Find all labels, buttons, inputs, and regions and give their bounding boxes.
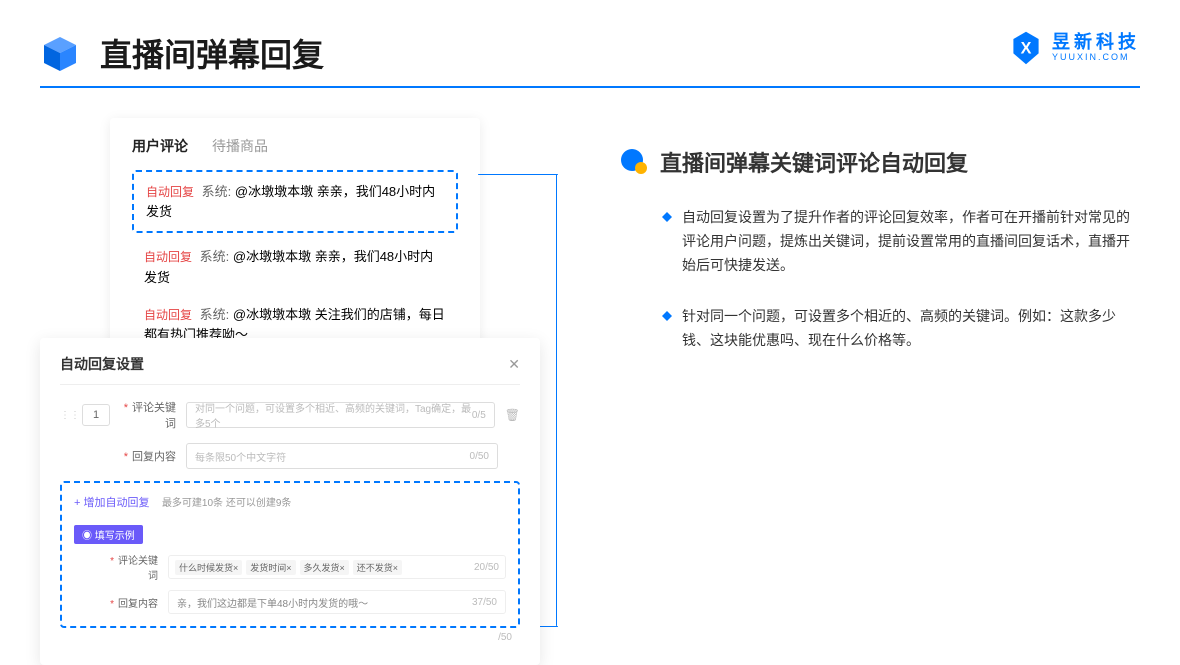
example-keyword-input[interactable]: 什么时候发货× 发货时间× 多久发货× 还不发货× 20/50 — [168, 555, 506, 579]
auto-reply-tag: 自动回复 — [146, 185, 194, 199]
page-header: 直播间弹幕回复 X 昱新科技 YUUXIN.COM — [0, 0, 1180, 86]
tag: 还不发货× — [353, 560, 402, 575]
bullet-text: 自动回复设置为了提升作者的评论回复效率，作者可在开播前针对常见的评论用户问题，提… — [682, 206, 1140, 277]
tag: 什么时候发货× — [175, 560, 242, 575]
auto-reply-tag: 自动回复 — [144, 308, 192, 322]
ex-content-label: *回复内容 — [102, 595, 158, 610]
add-auto-reply-link[interactable]: + 增加自动回复 — [74, 497, 149, 509]
char-count: 20/50 — [474, 562, 499, 573]
example-highlight-box: + 增加自动回复 最多可建10条 还可以创建9条 ◉ 填写示例 *评论关键词 什… — [60, 481, 520, 628]
ex-keyword-label: *评论关键词 — [102, 552, 158, 582]
bullet-text: 针对同一个问题，可设置多个相近的、高频的关键词。例如：这款多少钱、这块能优惠吗、… — [682, 305, 1140, 353]
tab-pending-goods[interactable]: 待播商品 — [212, 136, 268, 156]
close-icon[interactable]: ✕ — [508, 356, 520, 373]
form-row-keyword: ⋮⋮ 1 *评论关键词 对同一个问题，可设置多个相近、高频的关键词，Tag确定，… — [60, 399, 520, 431]
char-count: 37/50 — [472, 597, 497, 608]
bullet-item: 自动回复设置为了提升作者的评论回复效率，作者可在开播前针对常见的评论用户问题，提… — [620, 206, 1140, 277]
system-label: 系统: — [200, 249, 230, 264]
section-title: 直播间弹幕关键词评论自动回复 — [660, 146, 968, 178]
brand-name-en: YUUXIN.COM — [1052, 53, 1140, 63]
keyword-label: *评论关键词 — [120, 399, 176, 431]
system-label: 系统: — [200, 307, 230, 322]
explanation-column: 直播间弹幕关键词评论自动回复 自动回复设置为了提升作者的评论回复效率，作者可在开… — [620, 118, 1140, 381]
section-header: 直播间弹幕关键词评论自动回复 — [620, 146, 1140, 178]
highlighted-comment: 自动回复 系统: @冰墩墩本墩 亲亲，我们48小时内发货 — [132, 170, 458, 233]
system-label: 系统: — [202, 184, 232, 199]
comment-row: 自动回复 系统: @冰墩墩本墩 亲亲，我们48小时内发货 — [132, 239, 458, 297]
auto-reply-settings-modal: 自动回复设置 ✕ ⋮⋮ 1 *评论关键词 对同一个问题，可设置多个相近、高频的关… — [40, 338, 540, 665]
keyword-input[interactable]: 对同一个问题，可设置多个相近、高频的关键词，Tag确定，最多5个 0/5 — [186, 402, 495, 428]
sequence-number: 1 — [82, 404, 110, 426]
diamond-bullet-icon — [662, 212, 672, 222]
char-count: 0/5 — [472, 410, 486, 421]
brand-logo-block: X 昱新科技 YUUXIN.COM — [1008, 30, 1140, 66]
auto-reply-tag: 自动回复 — [144, 250, 192, 264]
page-title: 直播间弹幕回复 — [100, 30, 324, 76]
example-content-row: *回复内容 亲，我们这边都是下单48小时内发货的哦～ 37/50 — [74, 590, 506, 614]
content-input[interactable]: 每条限50个中文字符 0/50 — [186, 443, 498, 469]
connector-line — [478, 174, 558, 175]
tab-user-comments[interactable]: 用户评论 — [132, 136, 188, 156]
tag: 多久发货× — [300, 560, 349, 575]
cube-icon — [40, 33, 80, 73]
example-keyword-row: *评论关键词 什么时候发货× 发货时间× 多久发货× 还不发货× 20/50 — [74, 552, 506, 582]
form-row-content: *回复内容 每条限50个中文字符 0/50 — [60, 443, 520, 469]
bullet-item: 针对同一个问题，可设置多个相近的、高频的关键词。例如：这款多少钱、这块能优惠吗、… — [620, 305, 1140, 353]
drag-handle-icon[interactable]: ⋮⋮ — [60, 410, 72, 421]
example-content-input[interactable]: 亲，我们这边都是下单48小时内发货的哦～ 37/50 — [168, 590, 506, 614]
tag: 发货时间× — [246, 560, 295, 575]
tabs: 用户评论 待播商品 — [132, 136, 458, 156]
chat-bubble-icon — [620, 148, 648, 176]
trash-icon[interactable]: 🗑 — [505, 408, 520, 422]
content-label: *回复内容 — [120, 448, 176, 464]
brand-name-cn: 昱新科技 — [1052, 33, 1140, 53]
brand-logo-icon: X — [1008, 30, 1044, 66]
extra-count: /50 — [60, 632, 520, 643]
char-count: 0/50 — [470, 451, 489, 462]
diamond-bullet-icon — [662, 311, 672, 321]
header-divider — [40, 86, 1140, 88]
svg-text:X: X — [1021, 39, 1032, 57]
screenshot-mockup: 用户评论 待播商品 自动回复 系统: @冰墩墩本墩 亲亲，我们48小时内发货 自… — [40, 118, 560, 381]
example-badge: ◉ 填写示例 — [74, 525, 143, 544]
connector-line — [556, 174, 557, 626]
modal-title: 自动回复设置 — [60, 354, 144, 374]
add-hint: 最多可建10条 还可以创建9条 — [162, 498, 291, 509]
